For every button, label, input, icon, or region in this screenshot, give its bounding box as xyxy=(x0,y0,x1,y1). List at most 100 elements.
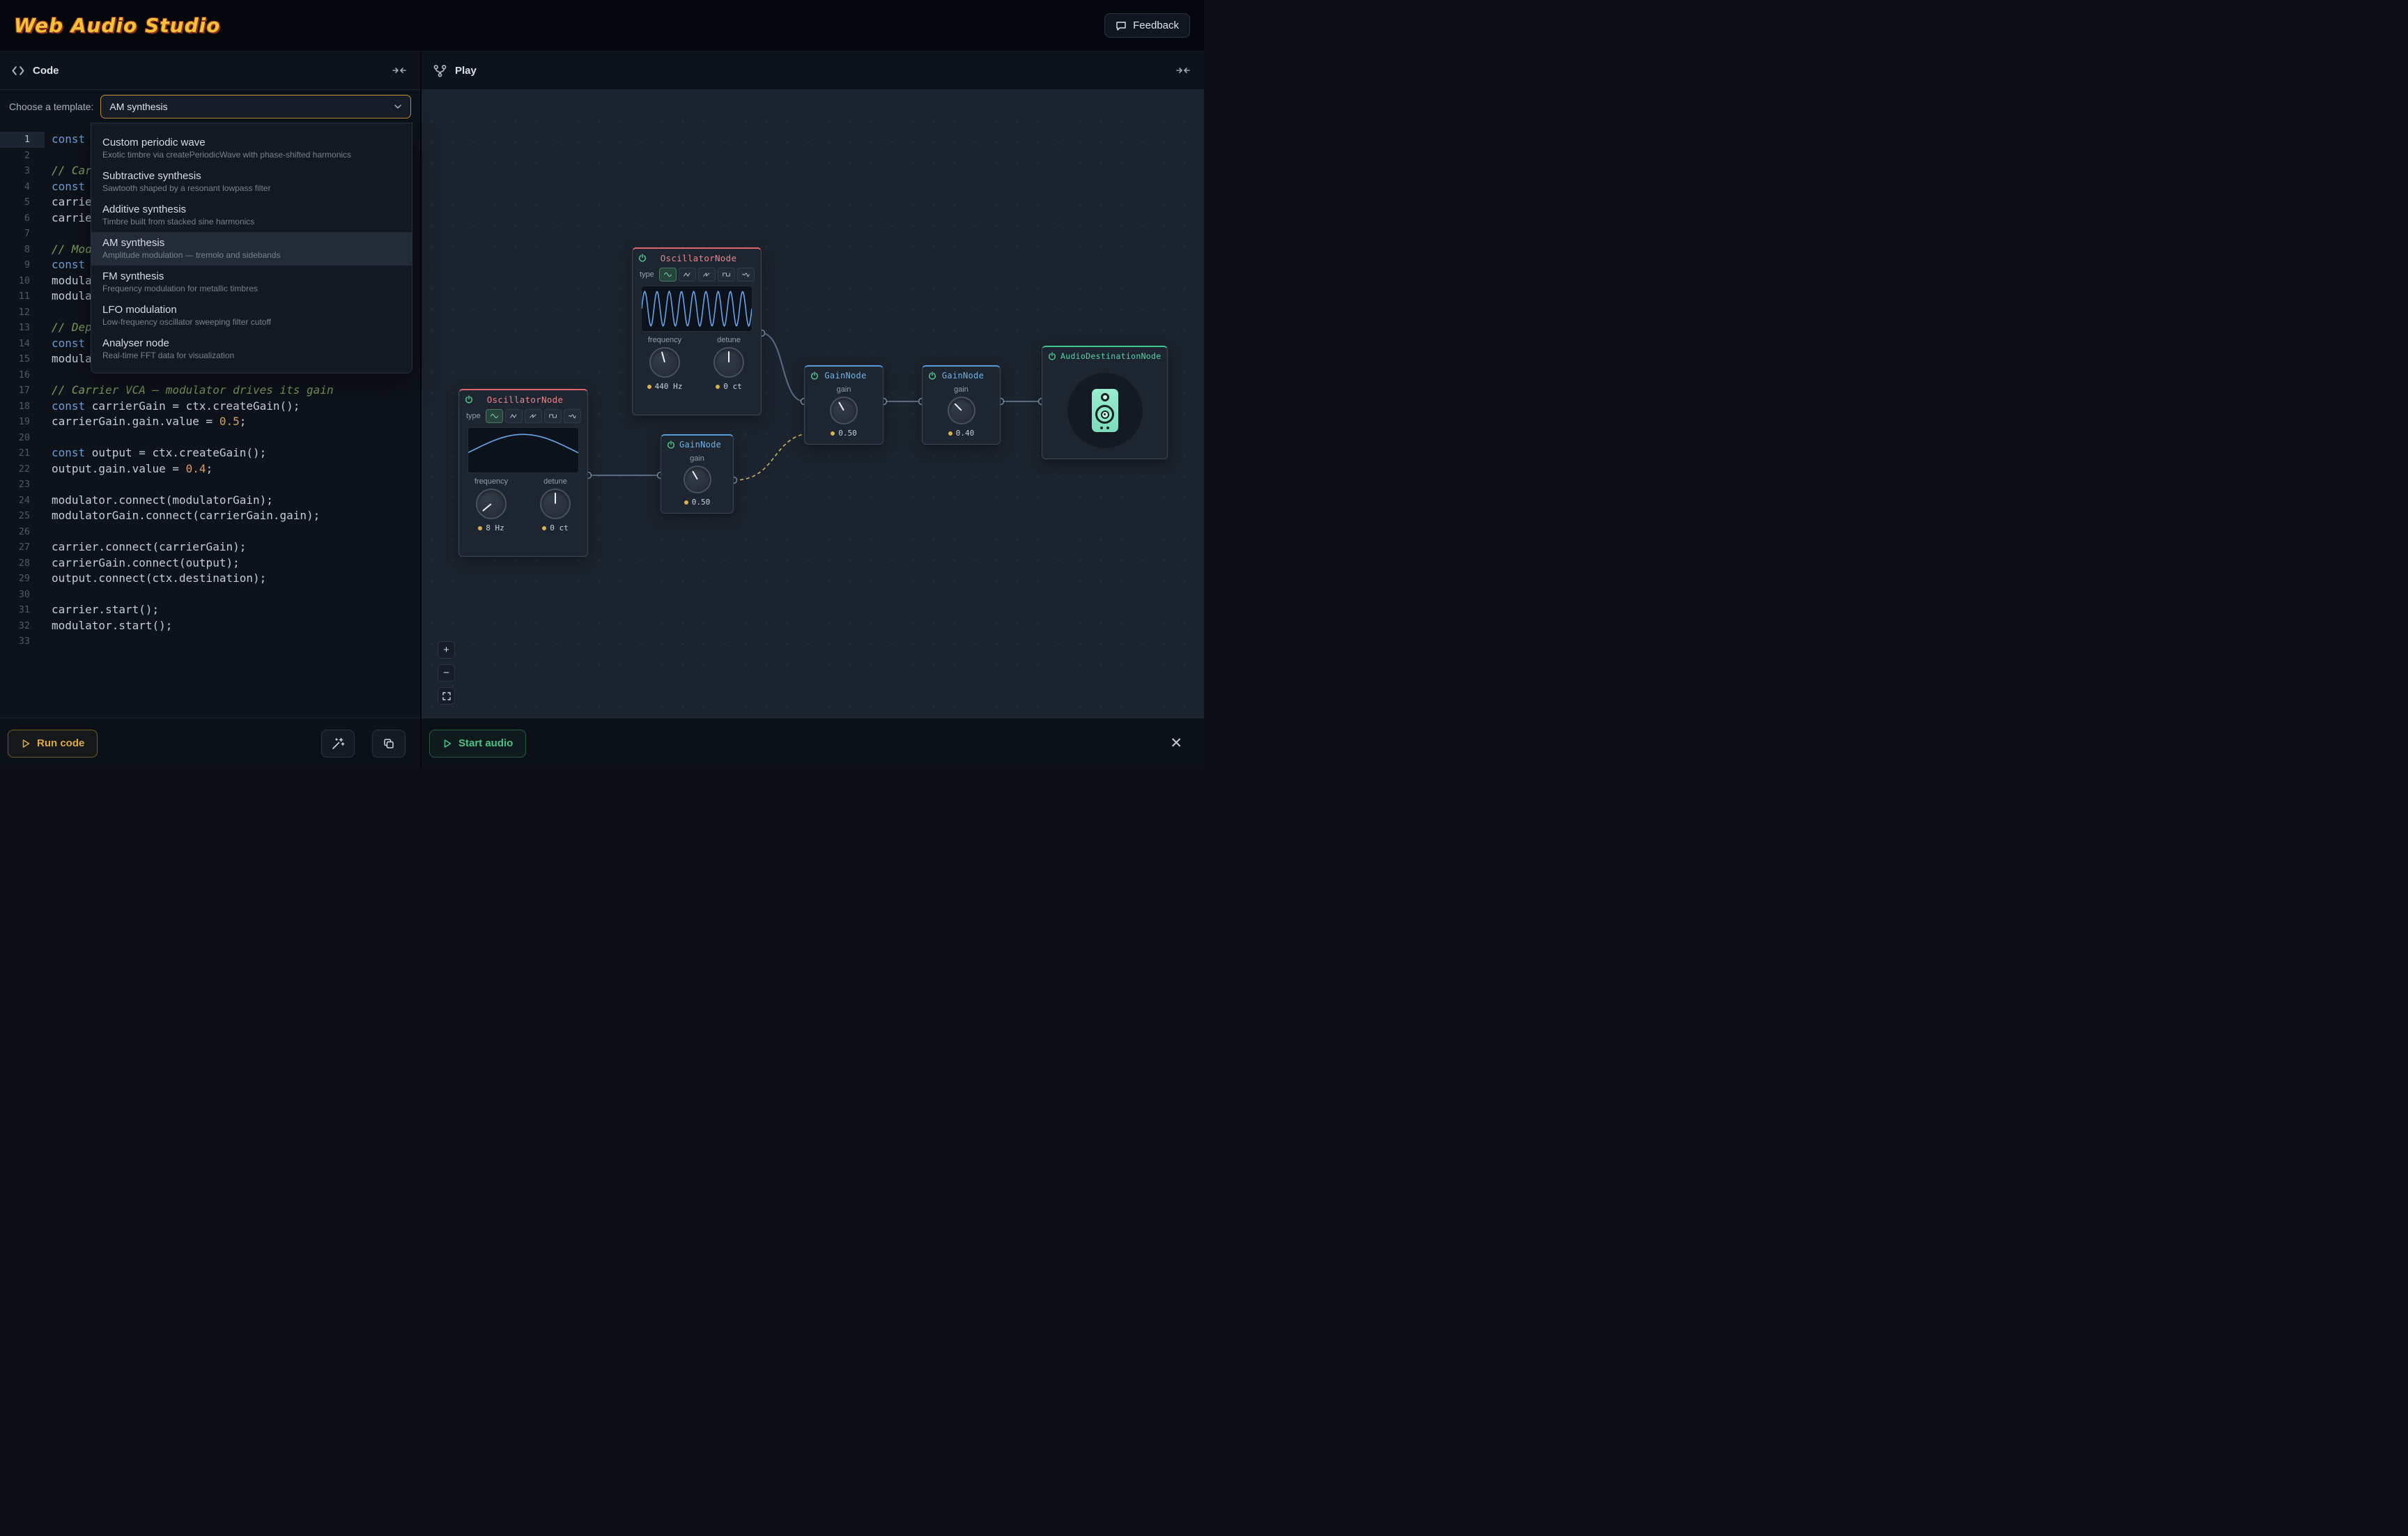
dropdown-item[interactable]: Analyser nodeReal-time FFT data for visu… xyxy=(91,332,412,366)
node-title: AudioDestinationNode xyxy=(1060,351,1170,361)
feedback-button[interactable]: Feedback xyxy=(1104,13,1190,38)
code-text: const xyxy=(45,132,85,148)
run-code-button[interactable]: Run code xyxy=(8,730,98,758)
dropdown-item-subtitle: Timbre built from stacked sine harmonics xyxy=(102,217,401,226)
wave-sawtooth-button[interactable] xyxy=(525,409,542,423)
gain-knob[interactable] xyxy=(948,397,975,424)
code-line: 20 xyxy=(0,430,420,446)
speaker-woofer xyxy=(1095,405,1114,424)
wave-sine-button[interactable] xyxy=(659,268,677,282)
dropdown-item[interactable]: AM synthesisAmplitude modulation — tremo… xyxy=(91,232,412,266)
code-line: 32modulator.start(); xyxy=(0,618,420,634)
template-select[interactable]: AM synthesis xyxy=(100,95,411,118)
magic-wand-button[interactable] xyxy=(321,730,355,758)
code-token: 0.4 xyxy=(186,462,206,475)
code-text: carrier.start(); xyxy=(45,602,159,618)
power-icon[interactable] xyxy=(667,440,675,449)
close-button[interactable]: ✕ xyxy=(1163,730,1189,756)
code-line: 30 xyxy=(0,587,420,603)
wave-sine-button[interactable] xyxy=(486,409,503,423)
collapse-code-panel-button[interactable] xyxy=(389,63,409,78)
code-text xyxy=(45,430,52,446)
code-line: 28carrierGain.connect(output); xyxy=(0,555,420,571)
node-gain-output[interactable]: GainNodegain0.40 xyxy=(922,365,1001,445)
wave-custom-button[interactable] xyxy=(564,409,581,423)
code-text xyxy=(45,587,52,603)
node-gain-carrier[interactable]: GainNodegain0.50 xyxy=(804,365,883,445)
dropdown-item-subtitle: Amplitude modulation — tremolo and sideb… xyxy=(102,250,401,260)
speaker-woofer-dot xyxy=(1104,413,1106,415)
param-port-dot[interactable] xyxy=(647,385,651,389)
power-icon[interactable] xyxy=(465,395,473,404)
line-number: 19 xyxy=(0,414,45,430)
gain-knob[interactable] xyxy=(830,397,858,424)
dropdown-item[interactable]: Additive synthesisTimbre built from stac… xyxy=(91,199,412,232)
param-port-dot[interactable] xyxy=(684,500,688,505)
node-gain-modulator[interactable]: GainNode gain 0.50 xyxy=(661,434,734,514)
dropdown-item-title: FM synthesis xyxy=(102,270,401,282)
line-number: 20 xyxy=(0,430,45,446)
line-number: 6 xyxy=(0,210,45,226)
dropdown-item-title: Analyser node xyxy=(102,337,401,349)
collapse-play-panel-button[interactable] xyxy=(1173,63,1193,78)
gain-label: gain xyxy=(661,454,733,463)
knob[interactable] xyxy=(540,489,571,519)
code-token: ; xyxy=(206,462,213,475)
node-oscillator-carrier[interactable]: OscillatorNodetypefrequencydetune440 Hz0… xyxy=(632,247,762,415)
param-port-dot[interactable] xyxy=(831,431,835,436)
wave-square-button[interactable] xyxy=(544,409,562,423)
wave-sawtooth-button[interactable] xyxy=(698,268,716,282)
code-text: // Mod xyxy=(45,242,92,258)
dropdown-item[interactable]: LFO modulationLow-frequency oscillator s… xyxy=(91,299,412,332)
param-port-dot[interactable] xyxy=(542,526,546,530)
dropdown-item[interactable]: Custom periodic waveExotic timbre via cr… xyxy=(91,132,412,165)
wave-custom-button[interactable] xyxy=(737,268,755,282)
code-panel-footer: Run code xyxy=(0,718,420,768)
template-dropdown-menu: Custom periodic waveExotic timbre via cr… xyxy=(91,123,412,374)
param-port-dot[interactable] xyxy=(948,431,952,436)
wave-triangle-button[interactable] xyxy=(505,409,523,423)
code-panel: Code Choose a template: AM synthesis 1co… xyxy=(0,52,422,768)
dropdown-item[interactable]: FM synthesisFrequency modulation for met… xyxy=(91,266,412,299)
param-port-dot[interactable] xyxy=(478,526,482,530)
power-icon[interactable] xyxy=(1048,352,1056,360)
wave-type-selector xyxy=(659,268,755,282)
code-text: carrie xyxy=(45,210,92,226)
gain-value-text: 0.50 xyxy=(838,429,857,438)
line-number: 14 xyxy=(0,336,45,352)
gain-value-text: 0.50 xyxy=(692,498,711,507)
audio-wire[interactable] xyxy=(762,333,804,401)
start-audio-button[interactable]: Start audio xyxy=(429,730,526,758)
param-value-text: 0 ct xyxy=(723,382,742,391)
zoom-in-button[interactable]: + xyxy=(438,641,455,659)
code-text: const xyxy=(45,336,85,352)
node-title: GainNode xyxy=(679,440,730,450)
wave-triangle-button[interactable] xyxy=(679,268,696,282)
wave-type-row: type xyxy=(633,267,761,284)
code-text: // Carrier VCA — modulator drives its ga… xyxy=(45,383,334,399)
line-number: 9 xyxy=(0,257,45,273)
line-number: 5 xyxy=(0,194,45,210)
power-icon[interactable] xyxy=(928,371,936,380)
zoom-fit-button[interactable] xyxy=(438,687,455,705)
power-icon[interactable] xyxy=(810,371,819,380)
knob[interactable] xyxy=(476,489,507,519)
param-values: 8 Hz0 ct xyxy=(459,523,587,532)
code-token: // Carrier VCA — modulator drives its ga… xyxy=(52,383,334,397)
node-oscillator-modulator[interactable]: OscillatorNodetypefrequencydetune8 Hz0 c… xyxy=(458,389,588,557)
code-text: modulatorGain.connect(carrierGain.gain); xyxy=(45,508,320,524)
wave-square-button[interactable] xyxy=(718,268,735,282)
gain-knob[interactable] xyxy=(684,466,711,493)
param-port-dot[interactable] xyxy=(716,385,720,389)
zoom-out-button[interactable]: − xyxy=(438,664,455,682)
knob[interactable] xyxy=(649,347,680,378)
node-audio-destination[interactable]: AudioDestinationNode xyxy=(1042,346,1168,459)
knob[interactable] xyxy=(713,347,744,378)
node-graph-canvas[interactable]: OscillatorNodetypefrequencydetune440 Hz0… xyxy=(422,90,1204,718)
knob-pointer xyxy=(728,351,730,362)
copy-code-button[interactable] xyxy=(372,730,406,758)
line-number: 30 xyxy=(0,587,45,603)
line-number: 28 xyxy=(0,555,45,571)
dropdown-item[interactable]: Subtractive synthesisSawtooth shaped by … xyxy=(91,165,412,199)
power-icon[interactable] xyxy=(638,254,647,262)
